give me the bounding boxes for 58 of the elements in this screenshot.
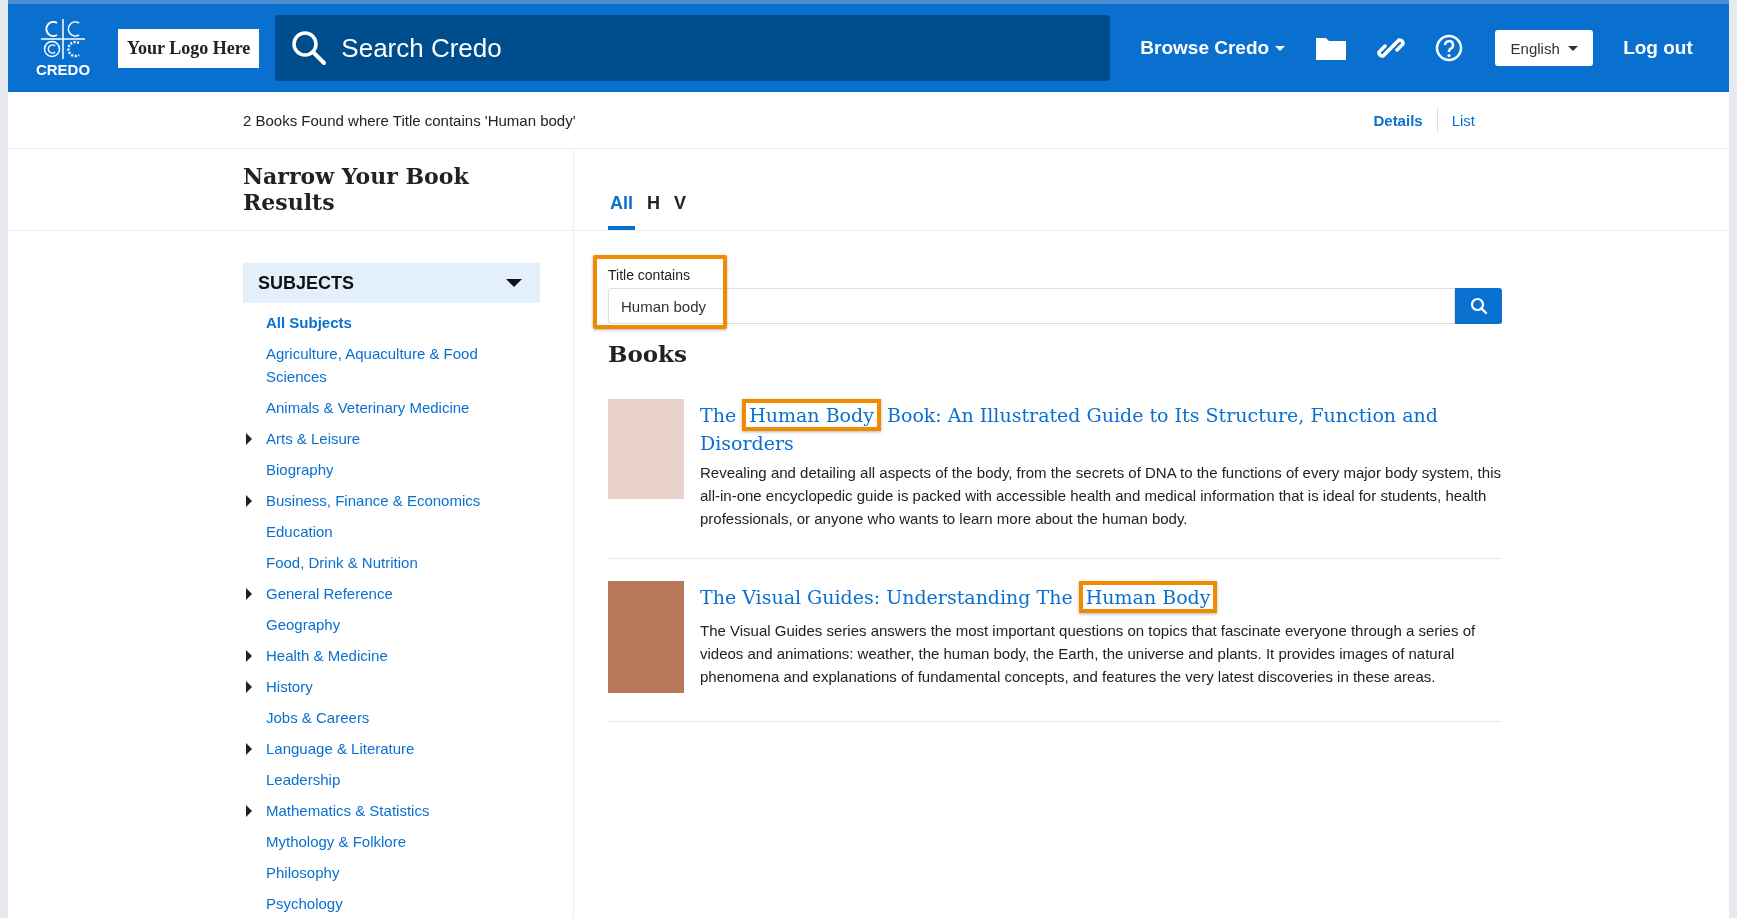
sidebar-title: Narrow Your Book Results xyxy=(243,163,470,215)
field-label: Title contains xyxy=(608,267,691,283)
caret-icon xyxy=(1567,45,1578,51)
logout-button[interactable]: Log out xyxy=(1623,37,1693,59)
book-title-link[interactable]: The Visual Guides: Understanding The Human Body xyxy=(700,581,1502,613)
book-title-link[interactable]: The Human Body Book: An Illustrated Guide to Its Structure, Function and Disorders xyxy=(700,399,1502,455)
caret-icon xyxy=(506,279,522,287)
search-button[interactable] xyxy=(1455,288,1502,324)
subject-link[interactable]: Education xyxy=(266,520,506,543)
expand-arrow-icon[interactable] xyxy=(246,805,252,817)
subject-link[interactable]: Arts & Leisure xyxy=(266,427,506,450)
subject-link[interactable]: Animals & Veterinary Medicine xyxy=(266,396,506,419)
subject-link[interactable]: Agriculture, Aquaculture & Food Sciences xyxy=(266,342,506,388)
highlight-frame: Human Body xyxy=(1078,581,1218,613)
subject-link[interactable]: History xyxy=(266,675,506,698)
subject-link[interactable]: Food, Drink & Nutrition xyxy=(266,551,506,574)
subject-link[interactable]: Business, Finance & Economics xyxy=(266,489,506,512)
expand-arrow-icon[interactable] xyxy=(246,495,252,507)
letter-tab[interactable]: V xyxy=(672,193,689,230)
subjects-header[interactable]: SUBJECTS xyxy=(243,263,540,303)
subject-link[interactable]: Jobs & Careers xyxy=(266,706,506,729)
subject-link[interactable]: Geography xyxy=(266,613,506,636)
folder-icon[interactable] xyxy=(1315,35,1348,61)
view-toggle[interactable]: Details xyxy=(1359,107,1437,133)
search-icon xyxy=(291,30,328,66)
title-input-field[interactable]: Human body xyxy=(608,288,1455,324)
credo-logo[interactable]: CREDO xyxy=(28,18,98,78)
expand-arrow-icon[interactable] xyxy=(246,588,252,600)
subject-link[interactable]: All Subjects xyxy=(266,311,506,334)
expand-arrow-icon[interactable] xyxy=(246,433,252,445)
view-toggle[interactable]: List xyxy=(1436,107,1489,133)
search-field[interactable]: Search Credo xyxy=(275,15,1111,81)
language-select[interactable]: English xyxy=(1495,30,1594,66)
caret-icon xyxy=(1275,45,1286,51)
subject-link[interactable]: Psychology xyxy=(266,892,506,915)
subject-link[interactable]: Health & Medicine xyxy=(266,644,506,667)
subject-link[interactable]: Language & Literature xyxy=(266,737,506,760)
letter-tab[interactable]: All xyxy=(608,193,635,230)
subject-link[interactable]: Leadership xyxy=(266,768,506,791)
browse-menu-button[interactable]: Browse Credo xyxy=(1140,37,1286,59)
section-heading: Books xyxy=(608,340,688,367)
help-icon[interactable] xyxy=(1435,34,1464,62)
expand-arrow-icon[interactable] xyxy=(246,681,252,693)
expand-arrow-icon[interactable] xyxy=(246,743,252,755)
logo-icon xyxy=(41,18,85,59)
subject-link[interactable]: Mathematics & Statistics xyxy=(266,799,506,822)
book-description: Revealing and detailing all aspects of the body, from the secrets of DNA to the functions of every major body system, this all-in-one encyclopedic guide is packed with accessible health and medical information that is ideal for students, health professionals, or anyone who wants to learn more about the human body. xyxy=(700,463,1502,529)
subject-link[interactable]: General Reference xyxy=(266,582,506,605)
book-description: The Visual Guides series answers the most important questions on topics that fascinate everyone through a series of videos and animations: weather, the human body, the Earth, the universe and plants. It provides images of natural phenomena and explanations of fundamental concepts, and features the very latest discoveries in these areas. xyxy=(700,621,1477,687)
subject-link[interactable]: Philosophy xyxy=(266,861,506,884)
custom-logo: Your Logo Here xyxy=(118,28,260,68)
subject-link[interactable]: Biography xyxy=(266,458,506,481)
highlight-frame: Human Body xyxy=(742,399,881,431)
results-summary: 2 Books Found where Title contains 'Human body' xyxy=(243,111,576,129)
search-icon xyxy=(1469,297,1488,315)
subject-link[interactable]: Mythology & Folklore xyxy=(266,830,506,853)
letter-tab[interactable]: H xyxy=(645,193,662,230)
expand-arrow-icon[interactable] xyxy=(246,650,252,662)
